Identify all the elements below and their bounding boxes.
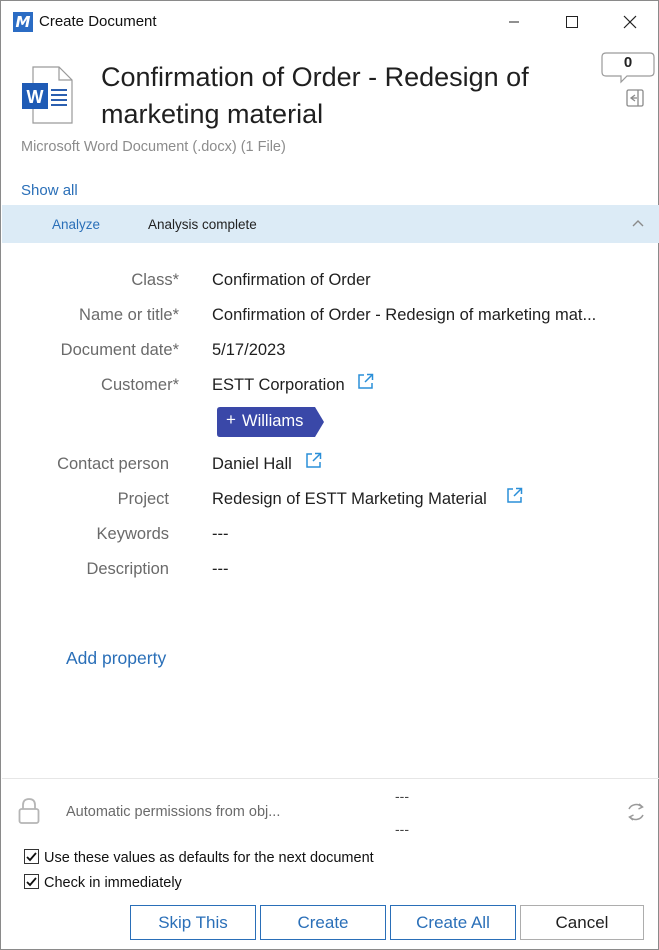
class-value[interactable]: Confirmation of Order [212,271,371,290]
defaults-checkbox-label[interactable]: Use these values as defaults for the nex… [44,850,374,866]
analyze-bar: Analyze Analysis complete [2,205,659,243]
external-link-icon[interactable] [357,373,374,390]
description-value[interactable]: --- [212,560,228,579]
contact-person-value[interactable]: Daniel Hall [212,455,292,474]
permissions-value-2: --- [395,821,409,837]
project-label: Project [117,490,169,508]
create-document-window: M Create Document W Confirmation of Orde… [0,0,659,950]
permissions-value-1: --- [395,788,409,804]
minimize-button[interactable] [491,7,537,37]
analyze-link[interactable]: Analyze [52,217,100,232]
defaults-checkbox[interactable] [24,849,39,864]
customer-label: Customer* [101,376,179,394]
check-in-checkbox-label[interactable]: Check in immediately [44,875,182,891]
maximize-button[interactable] [549,7,595,37]
check-in-checkbox[interactable] [24,874,39,889]
word-document-icon: W [22,66,73,124]
create-button[interactable]: Create [260,905,386,940]
document-title: Confirmation of Order - Redesign of mark… [101,62,529,129]
app-logo-icon: M [13,12,33,32]
close-icon [623,15,637,29]
project-value[interactable]: Redesign of ESTT Marketing Material [212,490,487,509]
create-all-button[interactable]: Create All [390,905,516,940]
tag-label: Williams [242,412,304,430]
external-link-icon[interactable] [305,452,322,469]
refresh-icon[interactable] [625,801,647,823]
lock-icon [18,798,40,824]
checkmark-icon [26,877,37,887]
contact-person-label: Contact person [57,455,169,473]
keywords-value[interactable]: --- [212,525,228,544]
collapse-panel-icon[interactable] [625,88,645,108]
name-title-label: Name or title* [79,306,179,324]
name-title-value[interactable]: Confirmation of Order - Redesign of mark… [212,306,596,325]
skip-this-button[interactable]: Skip This [130,905,256,940]
permissions-text: Automatic permissions from obj... [66,804,281,820]
external-link-icon[interactable] [506,487,523,504]
maximize-icon [566,16,578,28]
document-type-subtitle: Microsoft Word Document (.docx) (1 File) [21,139,286,155]
comment-count[interactable]: 0 [601,54,655,71]
analysis-status: Analysis complete [148,217,257,232]
show-all-link[interactable]: Show all [21,182,78,199]
title-bar: M Create Document [1,1,658,41]
window-title: Create Document [39,13,157,30]
description-label: Description [86,560,169,578]
minimize-icon [509,21,519,23]
footer-divider [2,778,659,779]
document-date-label: Document date* [60,341,179,359]
customer-value[interactable]: ESTT Corporation [212,376,345,395]
cancel-button[interactable]: Cancel [520,905,644,940]
checkmark-icon [26,852,37,862]
plus-icon: + [226,410,236,429]
add-property-link[interactable]: Add property [66,648,166,669]
word-icon-letter: W [27,87,44,107]
chevron-up-icon[interactable] [632,219,644,229]
keywords-label: Keywords [96,525,169,543]
class-label: Class* [131,271,179,289]
close-button[interactable] [607,7,653,37]
document-date-value[interactable]: 5/17/2023 [212,341,285,360]
